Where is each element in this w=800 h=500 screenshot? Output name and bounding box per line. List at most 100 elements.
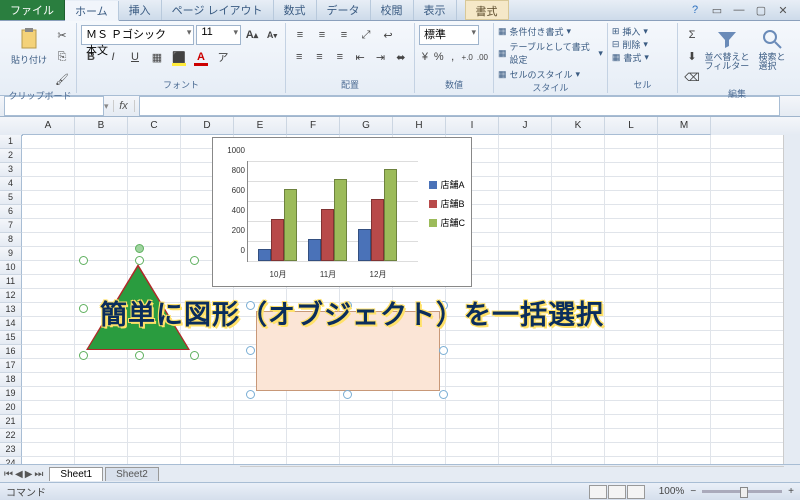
sheet-tab-1[interactable]: Sheet1 [49,467,103,481]
select-all-corner[interactable] [0,117,23,136]
vertical-scrollbar[interactable] [783,135,800,465]
underline-button[interactable]: U [125,47,145,67]
font-size-combo[interactable]: 11 [196,25,241,45]
col-header[interactable]: A [22,117,75,135]
tab-format-context[interactable]: 書式 [465,0,509,20]
view-page-break-icon[interactable] [627,485,645,499]
paste-button[interactable]: 貼り付け [8,25,50,81]
col-header[interactable]: L [605,117,658,135]
tab-formulas[interactable]: 数式 [274,0,317,20]
find-select-button[interactable]: 検索と 選択 [752,25,792,81]
clear-icon[interactable]: ⌫ [682,67,702,87]
autosum-icon[interactable]: Σ [682,25,702,45]
view-normal-icon[interactable] [589,485,607,499]
fill-icon[interactable]: ⬇ [682,46,702,66]
view-page-layout-icon[interactable] [608,485,626,499]
row-header[interactable]: 20 [0,401,22,415]
minimize-icon[interactable]: — [732,3,746,17]
align-center-icon[interactable]: ≡ [310,47,328,67]
delete-cells-button[interactable]: ⊟削除 ▾ [612,38,673,51]
fx-button[interactable]: fx [113,100,135,112]
zoom-slider[interactable] [702,490,782,493]
sheet-tab-2[interactable]: Sheet2 [105,467,159,481]
font-color-button[interactable]: A [191,47,211,67]
format-painter-icon[interactable]: 🖌 [52,69,72,89]
wrap-text-icon[interactable]: ↩ [378,25,398,45]
border-button[interactable]: ▦ [147,47,167,67]
insert-cells-button[interactable]: ⊞挿入 ▾ [612,25,673,38]
indent-dec-icon[interactable]: ⇤ [351,47,369,67]
row-header[interactable]: 3 [0,163,22,177]
help-icon[interactable]: ? [688,3,702,17]
ribbon-toggle-icon[interactable]: ▭ [710,3,724,17]
row-header[interactable]: 18 [0,373,22,387]
row-header[interactable]: 2 [0,149,22,163]
comma-icon[interactable]: , [447,47,459,67]
align-top-icon[interactable]: ≡ [290,25,310,45]
close-icon[interactable]: ✕ [776,3,790,17]
row-header[interactable]: 11 [0,275,22,289]
shrink-font-icon[interactable]: A▾ [263,25,281,45]
sort-filter-button[interactable]: 並べ替えと フィルター [704,25,750,81]
grow-font-icon[interactable]: A▴ [243,25,261,45]
tab-page-layout[interactable]: ページ レイアウト [162,0,274,20]
orientation-icon[interactable]: ⤢ [356,25,376,45]
maximize-icon[interactable]: ▢ [754,3,768,17]
row-header[interactable]: 16 [0,345,22,359]
cut-icon[interactable]: ✂ [52,25,72,45]
col-header[interactable]: C [128,117,181,135]
row-header[interactable]: 4 [0,177,22,191]
align-right-icon[interactable]: ≡ [331,47,349,67]
col-header[interactable]: B [75,117,128,135]
row-header[interactable]: 8 [0,233,22,247]
col-header[interactable]: J [499,117,552,135]
row-header[interactable]: 6 [0,205,22,219]
col-header[interactable]: M [658,117,711,135]
row-header[interactable]: 14 [0,317,22,331]
phonetic-button[interactable]: ア [213,47,233,67]
align-middle-icon[interactable]: ≡ [312,25,332,45]
row-header[interactable]: 5 [0,191,22,205]
dec-decimal-icon[interactable]: .00 [476,47,489,67]
fill-color-button[interactable]: ⬛ [169,47,189,67]
tab-file[interactable]: ファイル [0,0,65,20]
row-header[interactable]: 13 [0,303,22,317]
tab-review[interactable]: 校閲 [371,0,414,20]
row-header[interactable]: 21 [0,415,22,429]
number-format-combo[interactable]: 標準 [419,25,479,45]
row-header[interactable]: 23 [0,443,22,457]
font-name-combo[interactable]: ＭＳ Ｐゴシック 本文 [81,25,194,45]
merge-icon[interactable]: ⬌ [392,47,410,67]
align-left-icon[interactable]: ≡ [290,47,308,67]
zoom-in-icon[interactable]: + [788,486,794,497]
col-header[interactable]: D [181,117,234,135]
tab-view[interactable]: 表示 [414,0,457,20]
row-header[interactable]: 10 [0,261,22,275]
col-header[interactable]: I [446,117,499,135]
col-header[interactable]: E [234,117,287,135]
row-header[interactable]: 22 [0,429,22,443]
row-header[interactable]: 7 [0,219,22,233]
zoom-level[interactable]: 100% [659,486,685,497]
horizontal-scrollbar[interactable] [240,466,784,483]
align-bottom-icon[interactable]: ≡ [334,25,354,45]
conditional-format-button[interactable]: ▦条件付き書式 ▾ [498,25,603,38]
chart-object[interactable]: 02004006008001000 10月11月12月 店舗A店舗B店舗C [212,137,472,287]
row-header[interactable]: 12 [0,289,22,303]
indent-inc-icon[interactable]: ⇥ [371,47,389,67]
row-header[interactable]: 17 [0,359,22,373]
format-as-table-button[interactable]: ▦テーブルとして書式設定 ▾ [498,40,603,66]
cell-styles-button[interactable]: ▦セルのスタイル ▾ [498,68,603,81]
tab-home[interactable]: ホーム [65,1,119,21]
tab-data[interactable]: データ [317,0,371,20]
row-header[interactable]: 1 [0,135,22,149]
row-header[interactable]: 9 [0,247,22,261]
col-header[interactable]: G [340,117,393,135]
col-header[interactable]: K [552,117,605,135]
currency-icon[interactable]: ¥ [419,47,431,67]
col-header[interactable]: H [393,117,446,135]
tab-insert[interactable]: 挿入 [119,0,162,20]
sheet-nav[interactable]: ⏮◀▶⏭ [0,469,47,480]
format-cells-button[interactable]: ▦書式 ▾ [612,51,673,64]
percent-icon[interactable]: % [433,47,445,67]
